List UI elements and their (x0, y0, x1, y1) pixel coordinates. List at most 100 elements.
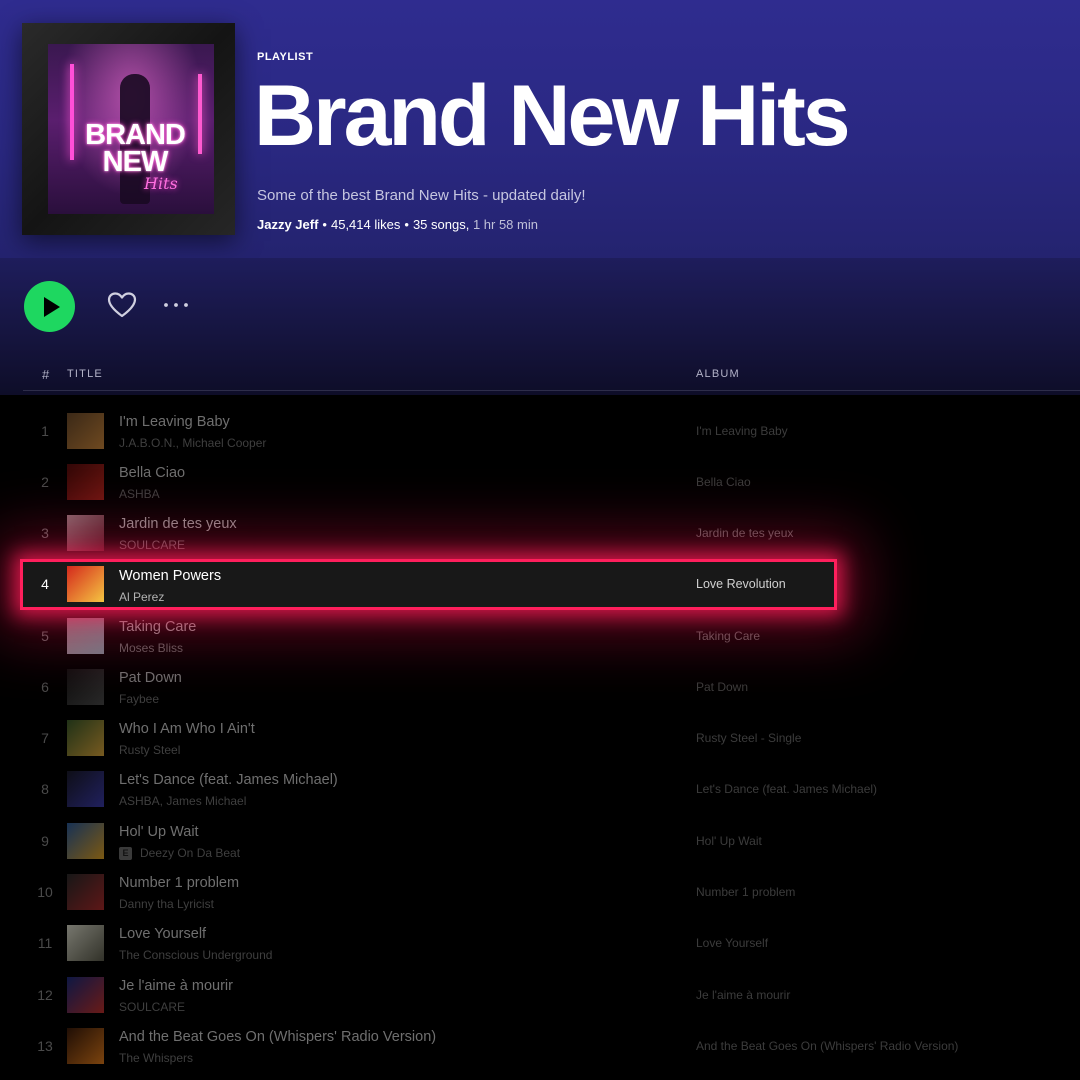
track-number: 11 (37, 935, 53, 951)
track-artist-name[interactable]: The Conscious Underground (119, 948, 272, 962)
track-title[interactable]: Number 1 problem (119, 875, 239, 891)
track-album[interactable]: I'm Leaving Baby (696, 424, 788, 438)
column-title[interactable]: TITLE (67, 368, 103, 380)
track-title[interactable]: Bella Ciao (119, 465, 185, 481)
track-row[interactable]: 3 Jardin de tes yeux SOULCARE Jardin de tes… (20, 508, 837, 559)
track-title[interactable]: Jardin de tes yeux (119, 516, 237, 532)
track-row[interactable]: 10 Number 1 problem Danny tha Lyricist Numb… (20, 867, 837, 918)
track-artist[interactable]: SOULCARE (119, 538, 185, 552)
track-artist-name[interactable]: SOULCARE (119, 538, 185, 552)
track-number: 1 (41, 423, 49, 439)
playlist-owner-link[interactable]: Jazzy Jeff (257, 217, 318, 232)
track-artist[interactable]: Al Perez (119, 590, 164, 604)
track-row[interactable]: 2 Bella Ciao ASHBA Bella Ciao (20, 457, 837, 508)
track-title[interactable]: Let's Dance (feat. James Michael) (119, 772, 338, 788)
track-number: 8 (41, 781, 49, 797)
track-artist[interactable]: ASHBA, James Michael (119, 794, 246, 808)
playlist-cover[interactable]: BRAND NEW Hits (22, 23, 235, 235)
track-album[interactable]: Rusty Steel - Single (696, 731, 801, 745)
track-artist-name[interactable]: ASHBA, James Michael (119, 794, 246, 808)
track-title[interactable]: Je l'aime à mourir (119, 978, 233, 994)
track-album[interactable]: Love Yourself (696, 936, 768, 950)
track-album[interactable]: And the Beat Goes On (Whispers' Radio Ve… (696, 1039, 958, 1053)
explicit-badge: E (119, 847, 132, 860)
track-title[interactable]: And the Beat Goes On (Whispers' Radio Ve… (119, 1029, 436, 1045)
track-thumbnail[interactable] (67, 1028, 104, 1064)
track-album[interactable]: Pat Down (696, 680, 748, 694)
track-artist[interactable]: Faybee (119, 692, 159, 706)
likes-count: 45,414 likes (330, 217, 401, 232)
track-title[interactable]: Who I Am Who I Ain't (119, 721, 255, 737)
track-album[interactable]: Taking Care (696, 629, 760, 643)
track-row[interactable]: 7 Who I Am Who I Ain't Rusty Steel Rusty St… (20, 713, 837, 764)
track-row[interactable]: 1 I'm Leaving Baby J.A.B.O.N., Michael Coo… (20, 406, 837, 457)
track-row[interactable]: 9 Hol' Up Wait E Deezy On Da Beat Hol' Up Wa… (20, 816, 837, 867)
track-title[interactable]: Women Powers (119, 568, 221, 584)
track-artist-name[interactable]: Rusty Steel (119, 743, 180, 757)
track-album[interactable]: Love Revolution (696, 577, 786, 591)
track-artist[interactable]: Rusty Steel (119, 743, 180, 757)
track-artist[interactable]: Danny tha Lyricist (119, 897, 214, 911)
track-row[interactable]: 4 Women Powers Al Perez Love Revolution (20, 559, 837, 610)
column-album[interactable]: ALBUM (696, 368, 740, 380)
track-album[interactable]: Je l'aime à mourir (696, 988, 790, 1002)
playlist-header: BRAND NEW Hits PLAYLIST Brand New Hits S… (0, 0, 1080, 258)
track-artist-name[interactable]: Danny tha Lyricist (119, 897, 214, 911)
track-album[interactable]: Number 1 problem (696, 885, 795, 899)
track-row[interactable]: 11 Love Yourself The Conscious Underground… (20, 918, 837, 969)
playlist-meta: Jazzy Jeff • 45,414 likes • 35 songs, 1 hr 5… (257, 217, 538, 232)
track-album[interactable]: Jardin de tes yeux (696, 526, 793, 540)
track-number: 10 (37, 884, 53, 900)
track-artist-name[interactable]: SOULCARE (119, 1000, 185, 1014)
track-number: 2 (41, 474, 49, 490)
track-artist[interactable]: E Deezy On Da Beat (119, 846, 240, 860)
track-thumbnail[interactable] (67, 925, 104, 961)
track-artist-name[interactable]: Moses Bliss (119, 641, 183, 655)
track-artist-name[interactable]: Deezy On Da Beat (140, 846, 240, 860)
track-artist-name[interactable]: The Whispers (119, 1051, 193, 1065)
track-row[interactable]: 5 Taking Care Moses Bliss Taking Care (20, 611, 837, 662)
track-thumbnail[interactable] (67, 618, 104, 654)
playlist-title: Brand New Hits (254, 68, 851, 164)
track-thumbnail[interactable] (67, 464, 104, 500)
column-number: # (42, 367, 50, 382)
track-number: 13 (37, 1038, 53, 1054)
track-number: 5 (41, 628, 49, 644)
track-thumbnail[interactable] (67, 771, 104, 807)
track-thumbnail[interactable] (67, 413, 104, 449)
track-thumbnail[interactable] (67, 515, 104, 551)
track-artist[interactable]: ASHBA (119, 487, 160, 501)
track-thumbnail[interactable] (67, 823, 104, 859)
track-artist-name[interactable]: Al Perez (119, 590, 164, 604)
track-album[interactable]: Let's Dance (feat. James Michael) (696, 782, 877, 796)
track-artist[interactable]: The Whispers (119, 1051, 193, 1065)
track-title[interactable]: Taking Care (119, 619, 196, 635)
track-album[interactable]: Hol' Up Wait (696, 834, 762, 848)
track-title[interactable]: I'm Leaving Baby (119, 414, 230, 430)
track-row[interactable]: 6 Pat Down Faybee Pat Down (20, 662, 837, 713)
track-artist[interactable]: The Conscious Underground (119, 948, 272, 962)
track-artist[interactable]: J.A.B.O.N., Michael Cooper (119, 436, 266, 450)
track-title[interactable]: Love Yourself (119, 926, 206, 942)
track-thumbnail[interactable] (67, 566, 104, 602)
track-artist-name[interactable]: J.A.B.O.N., Michael Cooper (119, 436, 266, 450)
track-title[interactable]: Hol' Up Wait (119, 824, 199, 840)
track-artist-name[interactable]: ASHBA (119, 487, 160, 501)
more-icon[interactable] (162, 295, 190, 315)
track-thumbnail[interactable] (67, 874, 104, 910)
track-table-header: # TITLE ALBUM (23, 364, 1080, 391)
track-thumbnail[interactable] (67, 720, 104, 756)
track-thumbnail[interactable] (67, 669, 104, 705)
track-row[interactable]: 13 And the Beat Goes On (Whispers' Radio … (20, 1021, 958, 1072)
track-thumbnail[interactable] (67, 977, 104, 1013)
track-artist[interactable]: SOULCARE (119, 1000, 185, 1014)
track-row[interactable]: 12 Je l'aime à mourir SOULCARE Je l'aime à … (20, 970, 837, 1021)
action-bar: # TITLE ALBUM (0, 258, 1080, 395)
play-button[interactable] (24, 281, 75, 332)
track-artist-name[interactable]: Faybee (119, 692, 159, 706)
heart-icon[interactable] (107, 291, 137, 319)
track-album[interactable]: Bella Ciao (696, 475, 751, 489)
track-row[interactable]: 8 Let's Dance (feat. James Michael) ASHBA,… (20, 764, 877, 815)
track-title[interactable]: Pat Down (119, 670, 182, 686)
track-artist[interactable]: Moses Bliss (119, 641, 183, 655)
